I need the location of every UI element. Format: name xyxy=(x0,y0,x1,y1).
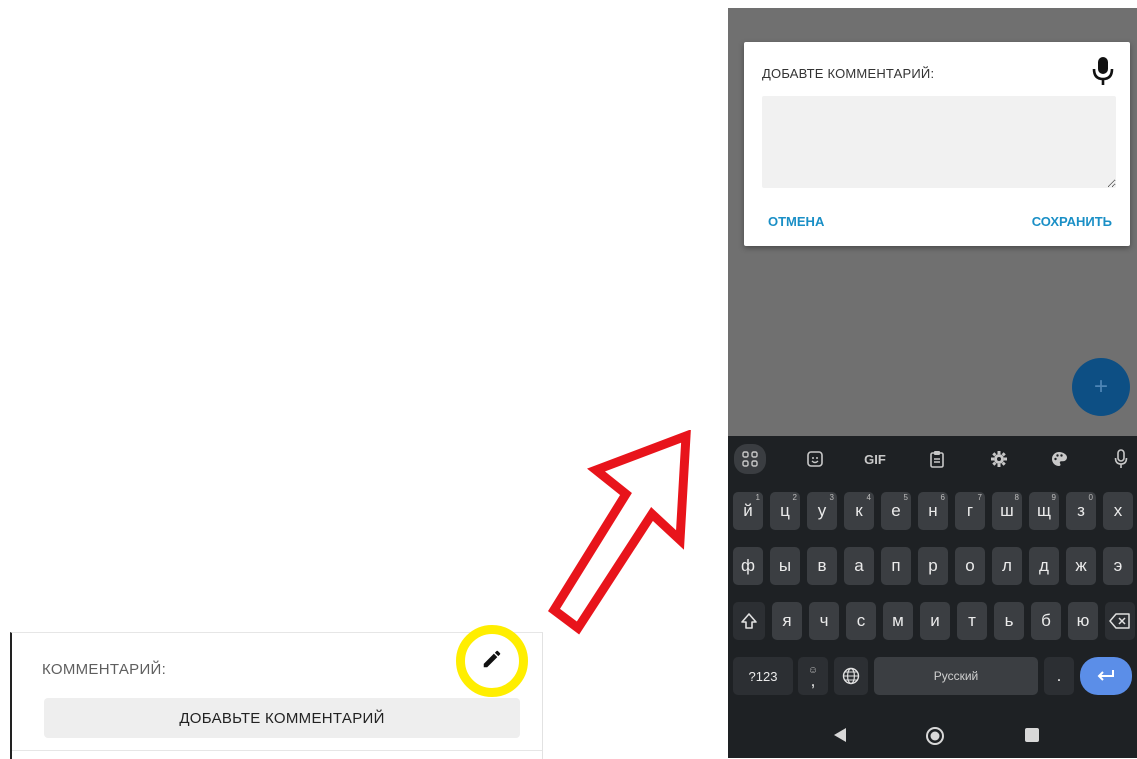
key-д[interactable]: д xyxy=(1029,547,1059,585)
comment-label: КОММЕНТАРИЙ: xyxy=(42,661,167,678)
key-ь[interactable]: ь xyxy=(994,602,1024,640)
key-м[interactable]: м xyxy=(883,602,913,640)
backspace-key[interactable] xyxy=(1105,602,1135,640)
key-ю[interactable]: ю xyxy=(1068,602,1098,640)
keyboard-toolbar: GIF xyxy=(728,436,1137,482)
key-э[interactable]: э xyxy=(1103,547,1133,585)
recents-square-icon[interactable] xyxy=(1023,726,1041,744)
red-arrow-icon xyxy=(548,430,691,635)
key-о[interactable]: о xyxy=(955,547,985,585)
key-х[interactable]: х xyxy=(1103,492,1133,530)
emoji-comma-key[interactable]: ☺ , xyxy=(798,657,828,695)
key-ч[interactable]: ч xyxy=(809,602,839,640)
shift-key[interactable] xyxy=(733,602,765,640)
clipboard-icon[interactable] xyxy=(922,446,952,472)
key-й[interactable]: й1 xyxy=(733,492,763,530)
period-key[interactable]: . xyxy=(1044,657,1074,695)
key-н[interactable]: н6 xyxy=(918,492,948,530)
symbols-key[interactable]: ?123 xyxy=(733,657,793,695)
backspace-icon xyxy=(1109,613,1130,629)
pencil-icon[interactable] xyxy=(481,648,503,675)
key-з[interactable]: з0 xyxy=(1066,492,1096,530)
dialog-title: ДОБАВТЕ КОММЕНТАРИЙ: xyxy=(762,66,935,81)
key-а[interactable]: а xyxy=(844,547,874,585)
voice-input-icon[interactable] xyxy=(1106,446,1136,472)
plus-icon: + xyxy=(1093,373,1108,400)
gif-button[interactable]: GIF xyxy=(860,446,890,472)
add-comment-dialog: ДОБАВТЕ КОММЕНТАРИЙ: ОТМЕНА СОХРАНИТЬ xyxy=(744,42,1130,246)
key-ы[interactable]: ы xyxy=(770,547,800,585)
microphone-icon[interactable] xyxy=(1092,56,1114,86)
home-circle-icon[interactable] xyxy=(925,726,945,746)
key-п[interactable]: п xyxy=(881,547,911,585)
key-к[interactable]: к4 xyxy=(844,492,874,530)
sticker-icon[interactable] xyxy=(800,446,830,472)
system-navbar xyxy=(728,714,1137,758)
key-г[interactable]: г7 xyxy=(955,492,985,530)
key-л[interactable]: л xyxy=(992,547,1022,585)
globe-icon xyxy=(842,667,860,685)
shift-icon xyxy=(741,613,757,629)
key-ш[interactable]: ш8 xyxy=(992,492,1022,530)
key-р[interactable]: р xyxy=(918,547,948,585)
key-с[interactable]: с xyxy=(846,602,876,640)
enter-icon xyxy=(1097,670,1114,681)
key-б[interactable]: б xyxy=(1031,602,1061,640)
key-в[interactable]: в xyxy=(807,547,837,585)
apps-grid-icon[interactable] xyxy=(734,444,766,474)
key-щ[interactable]: щ9 xyxy=(1029,492,1059,530)
back-triangle-icon[interactable] xyxy=(832,726,848,744)
enter-key[interactable] xyxy=(1080,657,1132,695)
key-ц[interactable]: ц2 xyxy=(770,492,800,530)
key-у[interactable]: у3 xyxy=(807,492,837,530)
phone-screen: ДОБАВТЕ КОММЕНТАРИЙ: ОТМЕНА СОХРАНИТЬ + … xyxy=(728,8,1137,758)
comment-textarea[interactable] xyxy=(762,96,1116,188)
save-button[interactable]: СОХРАНИТЬ xyxy=(1032,214,1112,229)
add-comment-button[interactable]: ДОБАВЬТЕ КОММЕНТАРИЙ xyxy=(44,698,520,738)
space-key[interactable]: Русский xyxy=(874,657,1038,695)
key-и[interactable]: и xyxy=(920,602,950,640)
key-ф[interactable]: ф xyxy=(733,547,763,585)
cancel-button[interactable]: ОТМЕНА xyxy=(768,214,824,229)
add-fab-button[interactable]: + xyxy=(1072,358,1130,416)
edit-highlight-circle xyxy=(456,625,528,697)
key-т[interactable]: т xyxy=(957,602,987,640)
language-key[interactable] xyxy=(834,657,868,695)
key-я[interactable]: я xyxy=(772,602,802,640)
key-ж[interactable]: ж xyxy=(1066,547,1096,585)
soft-keyboard: GIF й1 ц2 у3 к4 е5 н6 г7 ш8 щ9 з0 х ф ы xyxy=(728,436,1137,758)
key-е[interactable]: е5 xyxy=(881,492,911,530)
theme-palette-icon[interactable] xyxy=(1044,446,1074,472)
settings-icon[interactable] xyxy=(984,446,1014,472)
divider xyxy=(12,750,542,751)
